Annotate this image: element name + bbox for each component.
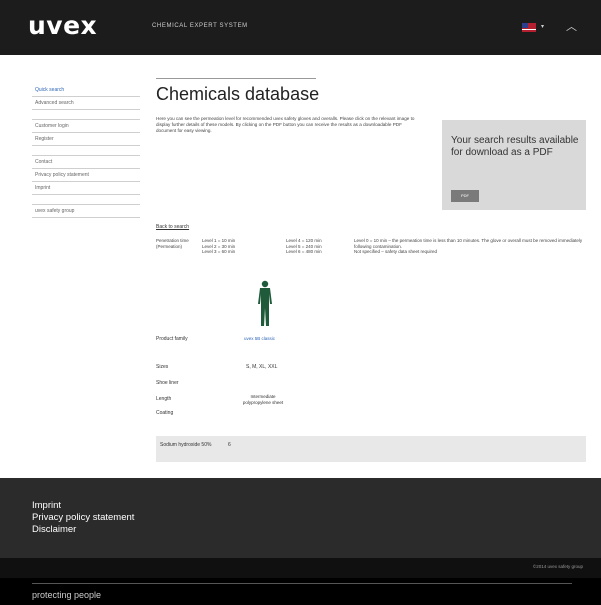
bottom-bar: protecting people xyxy=(0,578,601,605)
shoe-liner-label: Shoe liner xyxy=(156,380,179,386)
slogan: protecting people xyxy=(32,590,102,600)
chemical-name: Sodium hydroxide 50% xyxy=(160,442,212,448)
sizes-value: S, M, XL, XXL xyxy=(246,364,278,370)
sizes-label: Sizes xyxy=(156,364,169,370)
title-rule xyxy=(156,78,316,79)
overall-product-icon[interactable] xyxy=(257,280,273,328)
sidebar-item-contact[interactable]: Contact xyxy=(32,156,140,169)
sidebar-item-privacy-policy[interactable]: Privacy policy statement xyxy=(32,169,140,182)
sidebar-item-register[interactable]: Register xyxy=(32,133,140,146)
permeation-levels-4-6: Level 4 = 120 min Level 5 = 240 min Leve… xyxy=(286,238,322,254)
sidebar-item-customer-login[interactable]: Customer login xyxy=(32,120,140,133)
uk-flag-icon[interactable] xyxy=(522,23,536,32)
footer-link-privacy-policy[interactable]: Privacy policy statement xyxy=(32,512,134,523)
pdf-download-box: Your search results available for downlo… xyxy=(442,120,586,210)
footer-link-imprint[interactable]: Imprint xyxy=(32,500,61,511)
app-title: CHEMICAL EXPERT SYSTEM xyxy=(152,23,248,29)
permeation-level-note: Level 0 = 10 min – the permeation time i… xyxy=(354,238,583,254)
scroll-to-top-icon[interactable]: ︿ xyxy=(566,21,577,33)
length-label: Length xyxy=(156,396,172,402)
main-content: Chemicals database Here you can see the … xyxy=(156,78,586,462)
sidebar-item-imprint[interactable]: Imprint xyxy=(32,182,140,195)
page-title: Chemicals database xyxy=(156,84,320,104)
uvex-logo[interactable]: uvex xyxy=(28,12,97,40)
copyright-text: ©2014 uvex safety group xyxy=(532,564,583,569)
sidebar-divider xyxy=(32,146,140,156)
coating-label: Coating xyxy=(156,410,174,416)
pdf-box-text: Your search results available for downlo… xyxy=(451,135,579,158)
footer-link-disclaimer[interactable]: Disclaimer xyxy=(32,524,76,535)
product-family-link[interactable]: uvex 5B classic xyxy=(244,336,275,341)
sidebar-nav: Quick search Advanced search Customer lo… xyxy=(32,84,140,218)
length-value: Intermediate polypropylene sheet xyxy=(242,394,284,405)
pdf-download-button[interactable]: PDF xyxy=(451,190,479,202)
language-dropdown-caret-icon[interactable]: ▾ xyxy=(541,23,544,31)
copyright-bar: ©2014 uvex safety group xyxy=(0,558,601,578)
bottom-divider xyxy=(32,583,572,584)
back-to-search-link[interactable]: Back to search xyxy=(156,224,189,230)
chemical-result-row: Sodium hydroxide 50% 6 xyxy=(156,436,586,462)
chemical-permeation-level: 6 xyxy=(228,442,231,448)
sidebar-divider xyxy=(32,195,140,205)
sidebar-divider xyxy=(32,110,140,120)
sidebar-item-advanced-search[interactable]: Advanced search xyxy=(32,97,140,110)
intro-text: Here you can see the permeation level fo… xyxy=(156,116,415,133)
footer: Imprint Privacy policy statement Disclai… xyxy=(0,478,601,558)
permeation-label: Penetration time (Permeation) xyxy=(156,238,189,249)
top-bar: uvex CHEMICAL EXPERT SYSTEM ▾ ︿ xyxy=(0,0,601,55)
sidebar-item-quick-search[interactable]: Quick search xyxy=(32,84,140,97)
sidebar-item-uvex-safety-group[interactable]: uvex safety group xyxy=(32,205,140,218)
permeation-levels-1-3: Level 1 = 10 min Level 2 = 30 min Level … xyxy=(202,238,236,254)
product-family-label: Product family xyxy=(156,336,188,342)
